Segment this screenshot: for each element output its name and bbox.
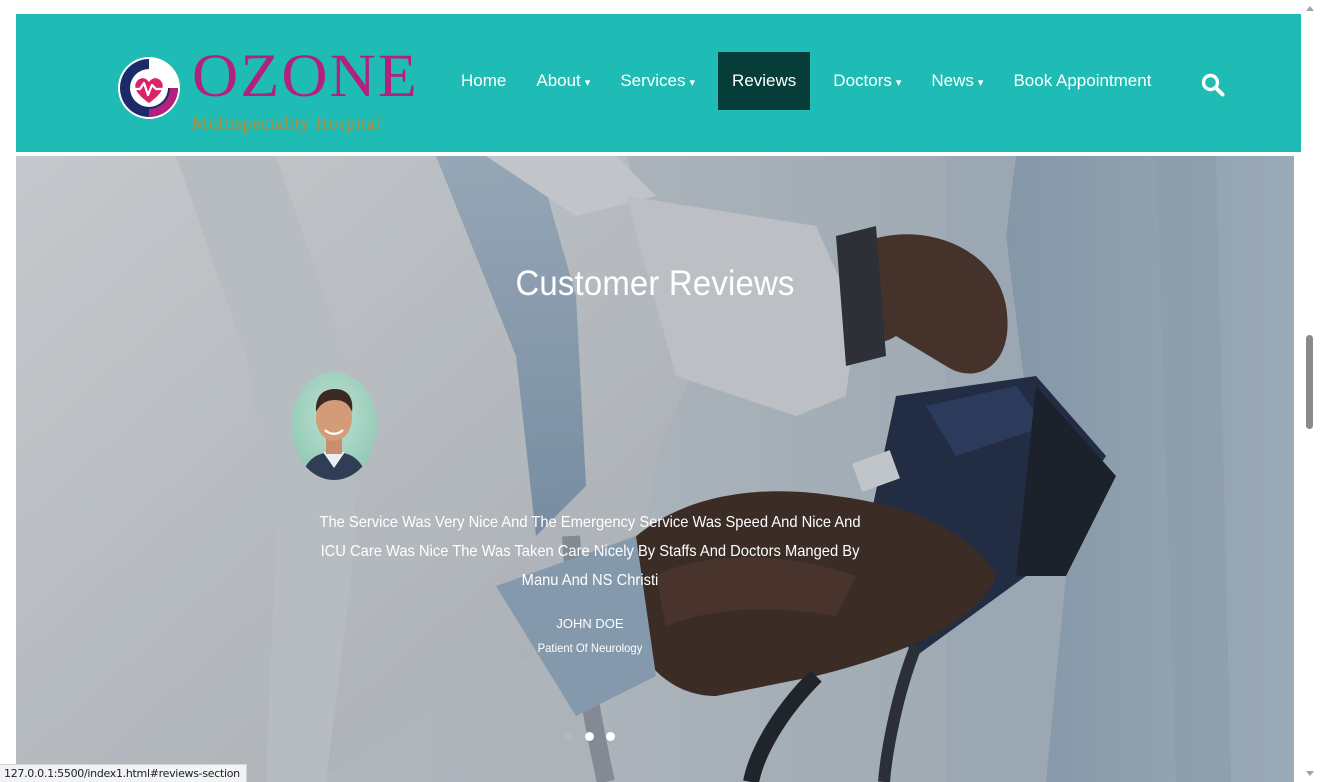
caret-down-icon: ▾ <box>584 76 591 89</box>
brand-tagline: Multispeciality Hospital <box>192 113 381 133</box>
nav-item-about[interactable]: About ▾ <box>521 52 605 110</box>
reviews-section: Customer Reviews The Service Was Very Ni… <box>16 156 1294 782</box>
scroll-up-arrow-icon[interactable] <box>1306 6 1314 11</box>
nav-item-home[interactable]: Home <box>446 52 521 110</box>
nav-item-label: Home <box>461 71 507 90</box>
nav-item-book-appointment[interactable]: Book Appointment <box>998 52 1166 110</box>
brand-name: OZONE <box>192 41 419 110</box>
caret-down-icon: ▾ <box>977 76 984 89</box>
heartbeat-logo-icon <box>118 57 180 119</box>
reviewer-name: JOHN DOE <box>556 616 624 631</box>
reviewer-role: Patient Of Neurology <box>537 641 643 655</box>
carousel-dot-3[interactable] <box>606 732 615 741</box>
review-text: The Service Was Very Nice And The Emerge… <box>319 514 861 589</box>
nav-item-label: Book Appointment <box>1013 71 1152 90</box>
reviews-title: Customer Reviews <box>515 264 795 303</box>
carousel-dots <box>564 732 615 741</box>
caret-down-icon: ▾ <box>689 76 696 89</box>
page: OZONE Multispeciality Hospital Home Abou… <box>0 0 1320 782</box>
nav-item-label: Doctors <box>833 71 892 90</box>
nav-item-label: Services <box>620 71 686 90</box>
nav-item-label: Reviews <box>732 71 797 90</box>
nav-item-doctors[interactable]: Doctors ▾ <box>818 52 916 110</box>
reviewer-avatar <box>291 372 377 480</box>
nav-item-label: About <box>536 71 581 90</box>
carousel-dot-1[interactable] <box>564 732 573 741</box>
scroll-down-arrow-icon[interactable] <box>1306 771 1314 776</box>
page-scrollbar[interactable] <box>1301 0 1320 782</box>
nav-item-news[interactable]: News ▾ <box>916 52 998 110</box>
navbar: OZONE Multispeciality Hospital Home Abou… <box>16 14 1302 152</box>
nav-item-label: News <box>931 71 974 90</box>
search-icon[interactable] <box>1200 72 1226 98</box>
nav-links: Home About ▾ Services ▾ Reviews Doctors … <box>446 52 1166 110</box>
nav-item-services[interactable]: Services ▾ <box>605 52 710 110</box>
hero-background-image <box>16 156 1294 782</box>
nav-item-reviews[interactable]: Reviews <box>718 52 811 110</box>
caret-down-icon: ▾ <box>895 76 902 89</box>
scroll-thumb[interactable] <box>1306 335 1313 429</box>
status-bar-url: 127.0.0.1:5500/index1.html#reviews-secti… <box>0 764 247 782</box>
reviewer-avatar-image <box>291 372 377 480</box>
carousel-dot-2[interactable] <box>585 732 594 741</box>
brand-text: OZONE Multispeciality Hospital <box>192 44 419 132</box>
brand[interactable]: OZONE Multispeciality Hospital <box>116 38 426 138</box>
